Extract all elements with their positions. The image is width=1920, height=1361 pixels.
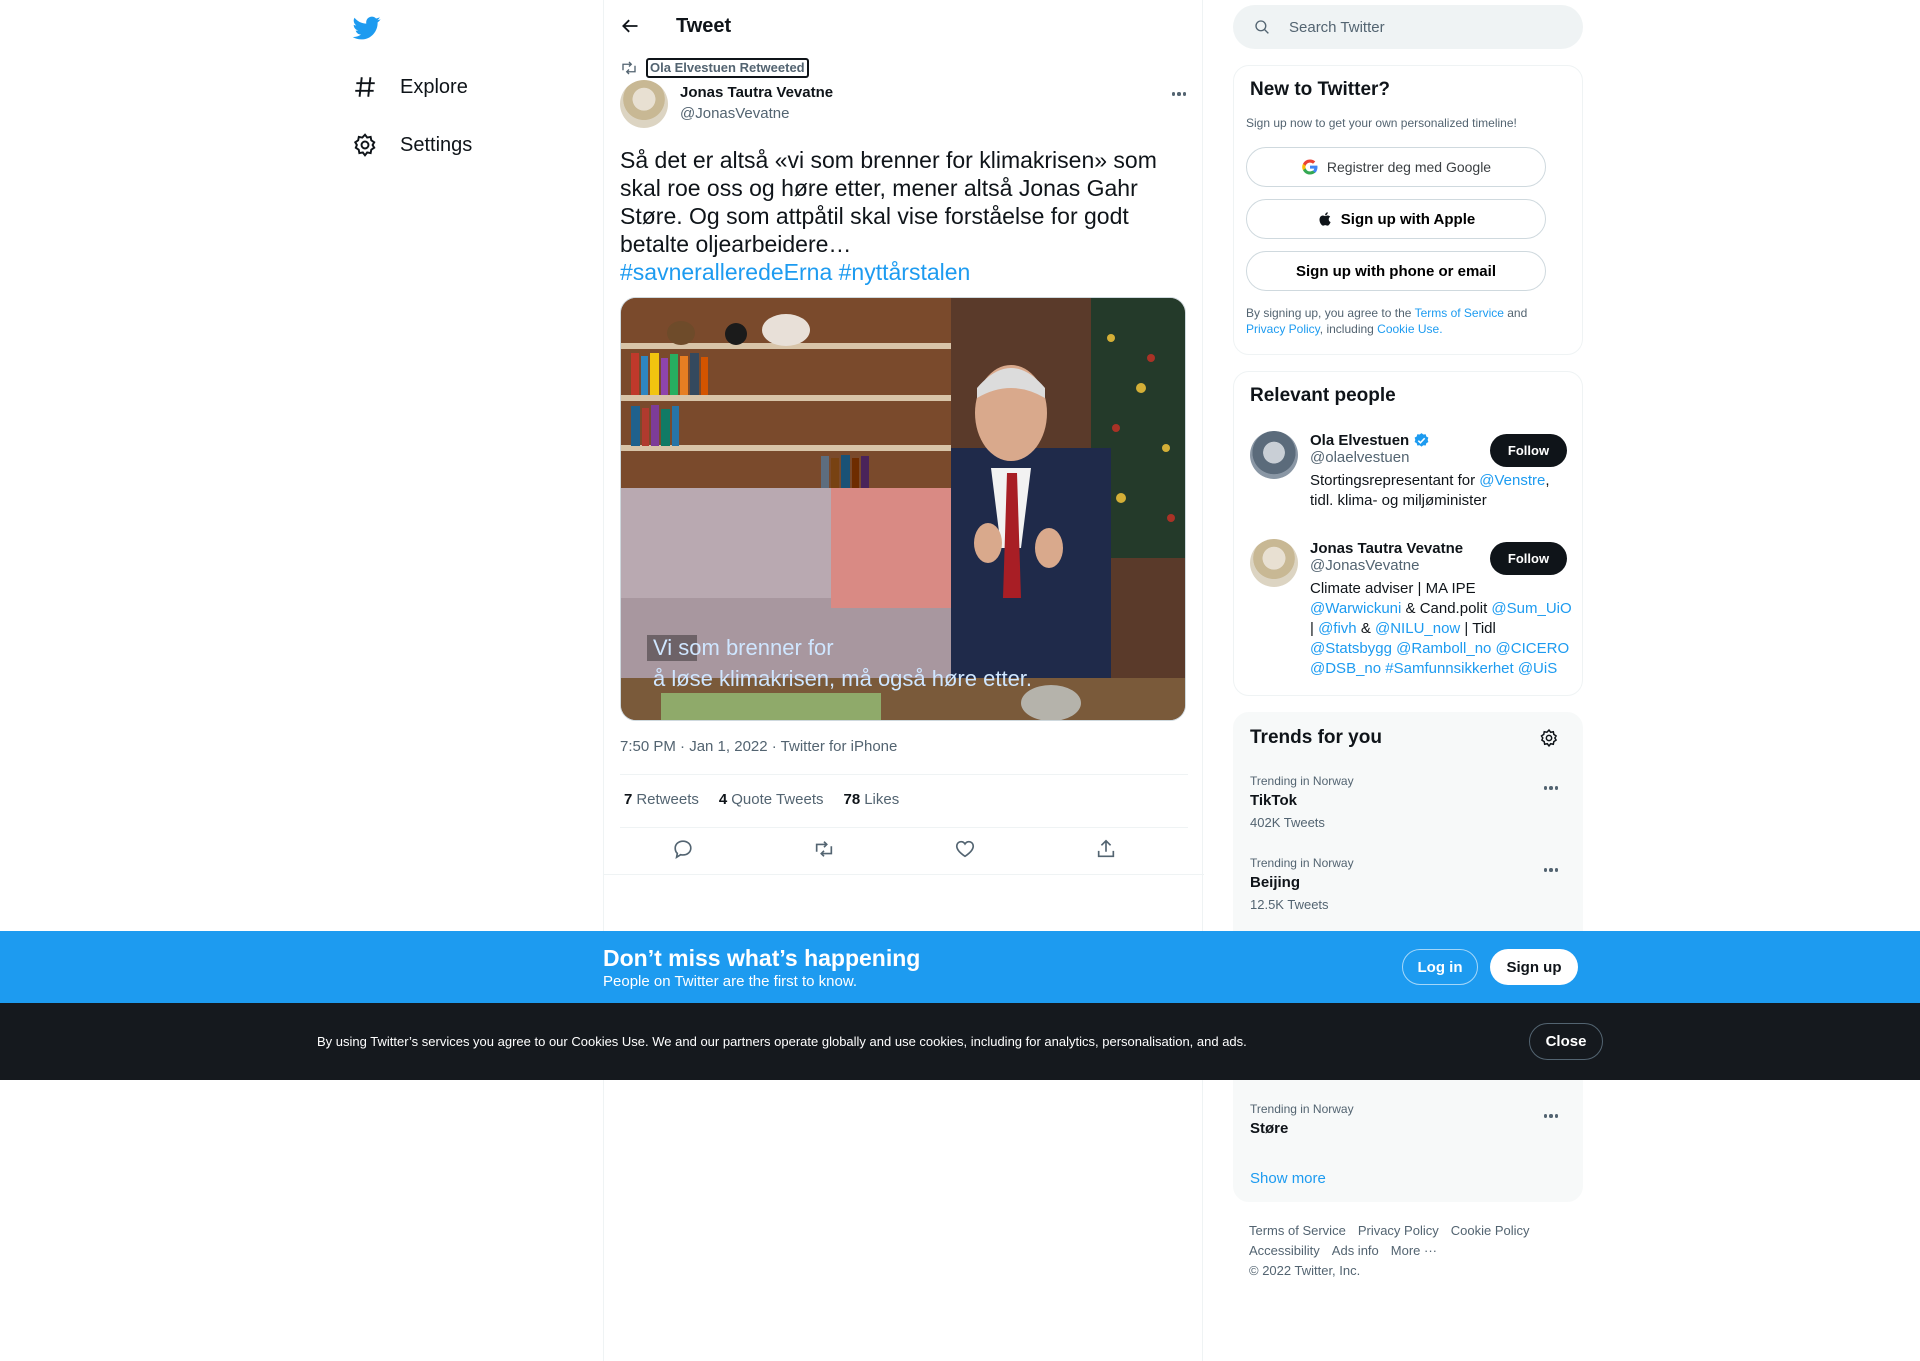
signup-card-subtitle: Sign up now to get your own personalized…	[1246, 116, 1517, 130]
trend-more-icon[interactable]	[1541, 860, 1561, 880]
trend-item[interactable]: Trending in Norway TikTok 402K Tweets	[1250, 774, 1354, 830]
person-bio: Climate adviser | MA IPE @Warwickuni & C…	[1310, 580, 1572, 677]
tweet-text: Så det er altså «vi som brenner for klim…	[620, 146, 1180, 286]
google-signup-label: Registrer deg med Google	[1326, 159, 1492, 175]
tv-screenshot-image: Vi som brenner for å løse klimakrisen, m…	[621, 298, 1185, 720]
trends-settings-gear-icon[interactable]	[1539, 728, 1559, 748]
google-icon	[1302, 159, 1318, 175]
login-prompt-subtitle: People on Twitter are the first to know.	[603, 973, 858, 990]
relevant-people-title: Relevant people	[1250, 385, 1396, 406]
apple-signup-button[interactable]: Sign up with Apple	[1246, 199, 1546, 239]
hashtag-link[interactable]: #savneralleredeErna	[620, 259, 832, 285]
hashtag-icon	[355, 77, 375, 97]
author-avatar[interactable]	[620, 80, 668, 128]
likes-stat[interactable]: 78 Likes	[844, 791, 900, 808]
search-input[interactable]	[1289, 17, 1559, 37]
signup-legal-text: By signing up, you agree to the Terms of…	[1246, 306, 1528, 336]
privacy-link[interactable]: Privacy Policy	[1246, 322, 1320, 336]
footer-link[interactable]: Cookie Policy	[1451, 1223, 1530, 1238]
login-button[interactable]: Log in	[1402, 949, 1478, 985]
back-arrow-icon[interactable]	[620, 16, 640, 36]
hashtag-link[interactable]: #nyttårstalen	[839, 259, 971, 285]
follow-button[interactable]: Follow	[1490, 542, 1567, 575]
terms-link[interactable]: Terms of Service	[1415, 306, 1504, 320]
twitter-logo-icon[interactable]	[352, 14, 382, 42]
mention-link[interactable]: @Statsbygg @Ramboll_no @CICERO	[1310, 640, 1569, 657]
login-prompt-bar: Don’t miss what’s happening People on Tw…	[0, 931, 1920, 1003]
search-box[interactable]	[1233, 5, 1583, 49]
mention-link[interactable]: @Venstre	[1479, 472, 1545, 489]
person-bio: Stortingsrepresentant for @Venstre, tidl.…	[1310, 472, 1550, 509]
phone-email-signup-button[interactable]: Sign up with phone or email	[1246, 251, 1546, 291]
divider	[620, 827, 1188, 828]
google-signup-button[interactable]: Registrer deg med Google	[1246, 147, 1546, 187]
show-more-link[interactable]: Show more	[1250, 1170, 1326, 1187]
nav-item-label: Explore	[400, 75, 468, 98]
trend-item[interactable]: Trending in Norway Støre	[1250, 1102, 1354, 1137]
footer-links: Terms of Service Privacy Policy Cookie Pol…	[1249, 1221, 1542, 1281]
copyright: © 2022 Twitter, Inc.	[1249, 1263, 1361, 1278]
reply-icon[interactable]	[672, 838, 694, 860]
trend-more-icon[interactable]	[1541, 1106, 1561, 1126]
signup-button[interactable]: Sign up	[1490, 949, 1578, 985]
tweet-actions	[620, 838, 1188, 862]
media-caption-line2: å løse klimakrisen, må også høre etter.	[653, 666, 1032, 691]
tweet-timestamp[interactable]: 7:50 PM · Jan 1, 2022 · Twitter for iPho…	[620, 738, 897, 755]
share-icon[interactable]	[1095, 838, 1117, 860]
trend-item[interactable]: Trending in Norway Beijing 12.5K Tweets	[1250, 856, 1354, 912]
tweet-media-image[interactable]: Vi som brenner for å løse klimakrisen, m…	[620, 297, 1186, 721]
gear-icon	[353, 133, 376, 157]
trends-title: Trends for you	[1250, 727, 1382, 748]
verified-badge-icon	[1414, 433, 1429, 447]
media-caption-line1: Vi som brenner for	[653, 635, 834, 660]
signup-card: New to Twitter? Sign up now to get your …	[1233, 65, 1583, 355]
cookie-use-link[interactable]: Cookie Use.	[1377, 322, 1442, 336]
cookie-banner-text: By using Twitter’s services you agree to…	[317, 1034, 1247, 1049]
retweets-stat[interactable]: 7 Retweets	[624, 791, 699, 808]
cookie-banner: By using Twitter’s services you agree to…	[0, 1003, 1920, 1080]
like-icon[interactable]	[954, 838, 976, 860]
signup-card-title: New to Twitter?	[1250, 79, 1391, 100]
apple-signup-label: Sign up with Apple	[1340, 210, 1476, 228]
tweet-stats: 7 Retweets 4 Quote Tweets 78 Likes	[624, 791, 899, 808]
person-avatar[interactable]	[1250, 431, 1298, 479]
main-column: Tweet Ola Elvestuen Retweeted Jonas Taut…	[603, 0, 1204, 1361]
mention-link[interactable]: @fivh	[1318, 620, 1357, 637]
footer-link[interactable]: More ···	[1391, 1243, 1437, 1258]
retweeted-by-link[interactable]: Ola Elvestuen Retweeted	[646, 58, 809, 78]
phone-signup-label: Sign up with phone or email	[1295, 262, 1496, 280]
footer-link[interactable]: Terms of Service	[1249, 1223, 1346, 1238]
search-icon	[1255, 20, 1269, 34]
quote-tweets-stat[interactable]: 4 Quote Tweets	[719, 791, 824, 808]
divider	[604, 874, 1204, 875]
tweet-body: Så det er altså «vi som brenner for klim…	[620, 147, 1157, 257]
mention-link[interactable]: @Warwickuni	[1310, 600, 1401, 617]
nav-item-label: Settings	[400, 133, 473, 156]
more-options-icon[interactable]	[1169, 84, 1189, 104]
nav-item-explore[interactable]: Explore	[352, 74, 468, 100]
author-handle[interactable]: @JonasVevatne	[680, 105, 789, 122]
mention-link[interactable]: @NILU_now	[1375, 620, 1460, 637]
author-name[interactable]: Jonas Tautra Vevatne	[680, 84, 833, 101]
relevant-people-card: Relevant people Ola Elvestuen @olaelvest…	[1233, 371, 1583, 696]
cookie-close-button[interactable]: Close	[1529, 1023, 1603, 1060]
divider	[620, 774, 1188, 775]
mention-link[interactable]: @Sum_UiO	[1491, 600, 1571, 617]
person-avatar[interactable]	[1250, 539, 1298, 587]
follow-button[interactable]: Follow	[1490, 434, 1567, 467]
login-prompt-title: Don’t miss what’s happening	[603, 945, 921, 971]
retweet-small-icon	[622, 61, 636, 75]
footer-link[interactable]: Privacy Policy	[1358, 1223, 1439, 1238]
footer-link[interactable]: Ads info	[1332, 1243, 1379, 1258]
trend-more-icon[interactable]	[1541, 778, 1561, 798]
page-header: Tweet	[604, 0, 1204, 53]
page-title: Tweet	[676, 15, 732, 37]
apple-icon	[1319, 212, 1331, 226]
mention-link[interactable]: @DSB_no #Samfunnsikkerhet @UiS	[1310, 660, 1557, 677]
retweet-icon[interactable]	[813, 838, 835, 860]
footer-link[interactable]: Accessibility	[1249, 1243, 1320, 1258]
nav-item-settings[interactable]: Settings	[352, 132, 472, 158]
retweet-context: Ola Elvestuen Retweeted	[620, 58, 809, 78]
